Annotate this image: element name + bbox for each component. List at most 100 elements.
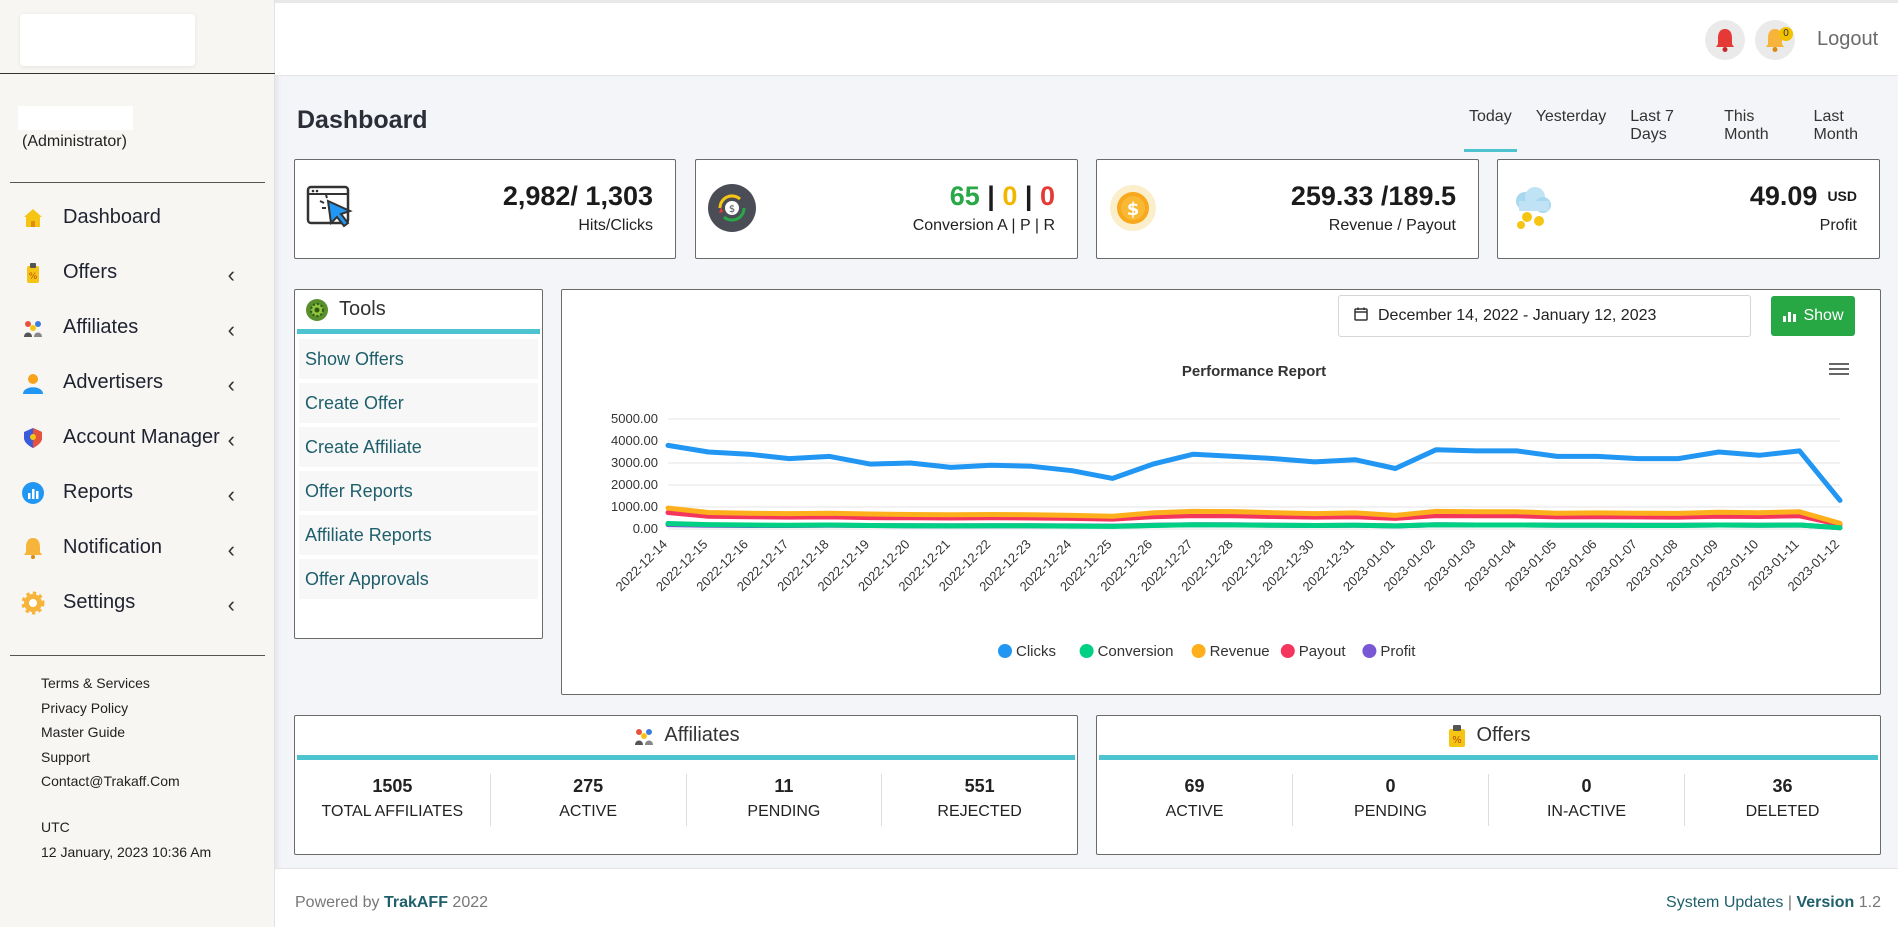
sidebar-item-label: Account Manager [63,426,220,448]
active-offers-stat: 69 ACTIVE [1097,774,1293,826]
notifications-button[interactable]: 0 [1755,20,1795,60]
tab-this-month[interactable]: This Month [1719,108,1794,152]
y-tick-label: 2000.00 [611,477,658,492]
legend-label-payout: Payout [1299,643,1347,660]
svg-text:$: $ [1127,199,1140,220]
logout-link[interactable]: Logout [1817,28,1878,51]
profit-card: 49.09 USD Profit [1497,159,1880,259]
sidebar-item-offers[interactable]: % Offers ‹ [10,245,265,300]
hits-clicks-label: Hits/Clicks [578,217,653,234]
y-tick-label: 4000.00 [611,433,658,448]
sidebar-item-dashboard[interactable]: Dashboard [10,190,265,245]
alert-bell-icon [1716,29,1734,52]
sidebar-item-label: Settings [63,591,136,613]
inactive-offers-stat: 0 IN-ACTIVE [1489,774,1685,826]
shield-icon [20,425,46,451]
chart-menu-icon[interactable] [1828,360,1850,383]
user-name [18,106,133,130]
create-affiliate-link[interactable]: Create Affiliate [299,427,538,471]
tools-header: Tools [297,290,540,334]
rejected-affiliates-stat: 551 REJECTED [937,776,1022,820]
gear-icon [20,590,46,616]
offer-reports-link[interactable]: Offer Reports [299,471,538,515]
chevron-left-icon: ‹ [227,592,235,617]
system-updates-link[interactable]: System Updates [1666,894,1783,911]
sidebar-item-notification[interactable]: Notification ‹ [10,520,265,575]
sidebar-item-advertisers[interactable]: Advertisers ‹ [10,355,265,410]
tab-last-7-days[interactable]: Last 7 Days [1625,108,1705,152]
logo[interactable] [20,14,195,66]
sidebar-item-label: Dashboard [63,206,161,228]
affiliates-summary-panel: Affiliates 1505 TOTAL AFFILIATES 275 ACTIV… [294,715,1078,855]
show-offers-link[interactable]: Show Offers [299,339,538,383]
legend-marker-payout [1280,644,1295,658]
support-link[interactable]: Support [41,745,180,770]
y-tick-label: 1000.00 [611,499,658,514]
privacy-link[interactable]: Privacy Policy [41,696,180,721]
y-tick-label: 5000.00 [611,411,658,426]
tools-panel: Tools Show Offers Create Offer Create Af… [294,289,543,639]
tab-today[interactable]: Today [1464,108,1517,152]
sidebar-item-settings[interactable]: Settings ‹ [10,575,265,630]
sidebar-item-label: Notification [63,536,162,558]
legend-label-revenue: Revenue [1210,643,1270,660]
sidebar-nav: Dashboard % Offers ‹ Affiliates ‹ Advert… [10,190,265,630]
affiliates-icon [20,315,46,341]
top-bar: 0 Logout [275,0,1898,76]
pending-affiliates-stat: 11 PENDING [687,774,883,826]
conversion-value: 65 | 0 | 0 [949,181,1055,211]
revenue-payout-label: Revenue / Payout [1328,217,1456,234]
brand-link[interactable]: TrakAFF [384,894,448,911]
create-offer-link[interactable]: Create Offer [299,383,538,427]
sidebar-item-label: Affiliates [63,316,139,338]
date-range-tabs: Today Yesterday Last 7 Days This Month L… [1464,108,1898,152]
sidebar-item-affiliates[interactable]: Affiliates ‹ [10,300,265,355]
sidebar-divider [10,182,265,183]
affiliates-icon [632,724,656,748]
svg-text:%: % [1453,735,1463,746]
contact-link[interactable]: Contact@Trakaff.Com [41,769,180,794]
coin-icon: $ [1107,182,1159,234]
affiliates-panel-title: Affiliates [664,724,740,746]
chevron-left-icon: ‹ [227,262,235,287]
y-tick-label: 0.00 [633,521,658,536]
sidebar-item-label: Advertisers [63,371,164,393]
sidebar-item-account-manager[interactable]: Account Manager ‹ [10,410,265,465]
svg-text:$: $ [729,204,735,215]
series-line-clicks [665,442,1843,503]
legend-label-clicks: Clicks [1016,643,1056,660]
tab-last-month[interactable]: Last Month [1809,108,1884,152]
sidebar-divider [10,655,265,656]
conversion-rejected: 0 [1039,181,1055,211]
conversion-icon: $ [706,182,758,234]
reports-icon [20,480,46,506]
legend-marker-profit [1362,644,1377,658]
conversion-approved: 65 [949,181,980,211]
profit-label: Profit [1819,217,1857,234]
cursor-click-icon [305,182,357,234]
tab-yesterday[interactable]: Yesterday [1531,108,1612,152]
offers-panel-title: Offers [1476,724,1531,746]
offers-summary-panel: % Offers 69 ACTIVE 0 PENDING 0 IN-ACTIVE 36… [1096,715,1881,855]
svg-text:%: % [29,272,38,282]
footer-version: System Updates | Version 1.2 [1666,894,1881,911]
master-guide-link[interactable]: Master Guide [41,720,180,745]
affiliate-reports-link[interactable]: Affiliate Reports [299,515,538,559]
page-title: Dashboard [297,106,428,134]
alerts-button[interactable] [1705,20,1745,60]
revenue-payout-card: $ 259.33 /189.5 Revenue / Payout [1096,159,1479,259]
offer-tag-icon: % [20,260,46,286]
sidebar-item-reports[interactable]: Reports ‹ [10,465,265,520]
terms-link[interactable]: Terms & Services [41,671,180,696]
date-range-picker[interactable]: December 14, 2022 - January 12, 2023 [1338,295,1751,337]
user-icon [20,370,46,396]
chevron-left-icon: ‹ [227,482,235,507]
chart-title: Performance Report [1182,363,1326,380]
tools-gear-icon [306,298,328,321]
sidebar-item-label: Reports [63,481,134,503]
offer-approvals-link[interactable]: Offer Approvals [299,559,538,603]
show-button[interactable]: Show [1771,296,1855,336]
sidebar-divider [0,73,275,74]
sidebar-links: Terms & Services Privacy Policy Master G… [41,671,180,794]
legend-label-conversion: Conversion [1098,643,1174,660]
